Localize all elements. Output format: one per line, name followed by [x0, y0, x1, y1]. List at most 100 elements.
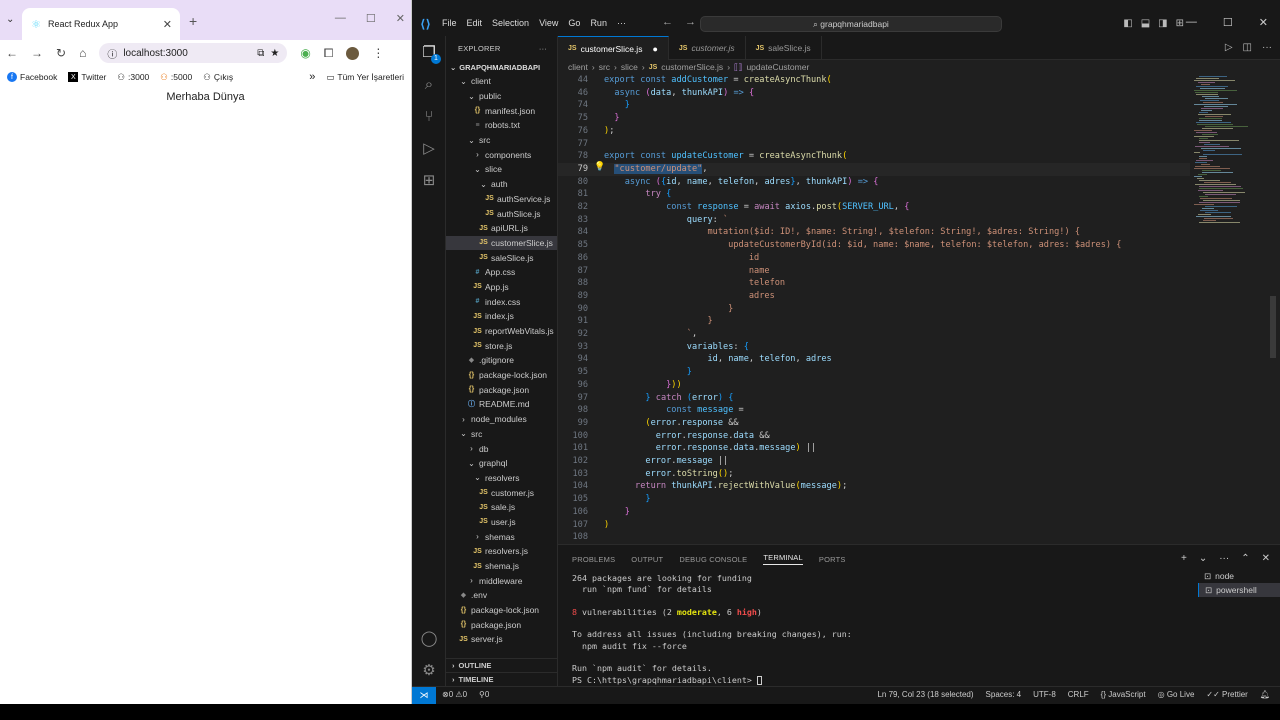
- tree-item[interactable]: ⌄ graphql: [446, 456, 557, 471]
- tree-item[interactable]: # index.css: [446, 294, 557, 309]
- terminal-dropdown-icon[interactable]: ⌄: [1199, 553, 1207, 564]
- breadcrumb-client[interactable]: client: [568, 62, 588, 72]
- prettier-status[interactable]: ✓✓ Prettier: [1206, 690, 1247, 699]
- tree-item[interactable]: JS customer.js: [446, 485, 557, 500]
- tree-item[interactable]: JS authService.js: [446, 192, 557, 207]
- end-of-line[interactable]: CRLF: [1068, 690, 1089, 699]
- tree-item[interactable]: JS resolvers.js: [446, 544, 557, 559]
- terminal-item-node[interactable]: ⊡ node: [1198, 569, 1280, 583]
- settings-gear-icon[interactable]: ⚙: [420, 662, 438, 680]
- menu-edit[interactable]: Edit: [467, 18, 483, 28]
- explorer-more-icon[interactable]: ···: [539, 44, 547, 53]
- more-actions-icon[interactable]: ···: [1262, 42, 1272, 53]
- tree-item[interactable]: # App.css: [446, 265, 557, 280]
- toggle-sidebar-icon[interactable]: ◧: [1123, 18, 1132, 29]
- toggle-panel-icon[interactable]: ⬓: [1141, 18, 1150, 29]
- tree-item[interactable]: JS customerSlice.js: [446, 235, 557, 251]
- browser-tab[interactable]: ⚛ React Redux App ✕: [22, 8, 180, 40]
- notifications-bell-icon[interactable]: 🔔︎: [1260, 690, 1270, 699]
- tab-saleslice[interactable]: JS saleSlice.js: [746, 36, 822, 60]
- tree-item[interactable]: ⌄ slice: [446, 162, 557, 177]
- tree-item[interactable]: {} package.json: [446, 617, 557, 632]
- terminal-output[interactable]: 264 packages are looking for funding run…: [572, 573, 1182, 686]
- remote-icon[interactable]: ⋊: [412, 687, 436, 704]
- tree-item[interactable]: JS user.js: [446, 515, 557, 530]
- ports-status[interactable]: ⚲0: [479, 690, 489, 699]
- menu-go[interactable]: Go: [568, 18, 580, 28]
- code-editor[interactable]: 44 export const addCustomer = createAsync…: [558, 74, 1252, 544]
- cursor-position[interactable]: Ln 79, Col 23 (18 selected): [877, 690, 973, 699]
- more-actions-icon[interactable]: ···: [1219, 553, 1229, 564]
- tab-debug-console[interactable]: DEBUG CONSOLE: [679, 555, 747, 564]
- tree-item[interactable]: JS store.js: [446, 338, 557, 353]
- close-window-icon[interactable]: ✕: [396, 12, 405, 25]
- breadcrumb-symbol[interactable]: updateCustomer: [746, 62, 809, 72]
- tree-item[interactable]: ◆ .gitignore: [446, 353, 557, 368]
- menu-run[interactable]: Run: [590, 18, 607, 28]
- tree-item[interactable]: JS App.js: [446, 280, 557, 295]
- tree-item[interactable]: ⌄ public: [446, 89, 557, 104]
- site-info-icon[interactable]: ⓘ: [107, 46, 117, 61]
- tree-item[interactable]: JS server.js: [446, 632, 557, 647]
- profile-avatar[interactable]: [346, 46, 360, 60]
- workspace-root[interactable]: ⌄ GRAPQHMARIADBAPI: [446, 60, 557, 74]
- command-center[interactable]: ⌕ grapqhmariadbapi: [700, 16, 1002, 32]
- go-live-button[interactable]: ◎ Go Live: [1158, 690, 1195, 699]
- tree-item[interactable]: {} package-lock.json: [446, 368, 557, 383]
- tree-item[interactable]: ⌄ client: [446, 74, 557, 89]
- menu-file[interactable]: File: [442, 18, 457, 28]
- tree-item[interactable]: JS authSlice.js: [446, 206, 557, 221]
- tree-item[interactable]: JS sale.js: [446, 500, 557, 515]
- problems-status[interactable]: ⊗0 ⚠0: [442, 690, 467, 699]
- toggle-secondary-sidebar-icon[interactable]: ◨: [1158, 18, 1167, 29]
- minimap[interactable]: [1190, 74, 1260, 544]
- tree-item[interactable]: ⓘ README.md: [446, 397, 557, 412]
- bookmark-3000[interactable]: ⚇:3000: [117, 72, 149, 83]
- tree-item[interactable]: › middleware: [446, 573, 557, 588]
- close-panel-icon[interactable]: ✕: [1262, 553, 1270, 564]
- editor-scrollbar[interactable]: [1270, 296, 1276, 358]
- bookmark-facebook[interactable]: f Facebook: [7, 72, 57, 82]
- search-icon[interactable]: ⌕: [420, 76, 438, 94]
- tree-item[interactable]: {} package.json: [446, 382, 557, 397]
- tree-item[interactable]: JS saleSlice.js: [446, 250, 557, 265]
- tree-item[interactable]: ⌄ src: [446, 133, 557, 148]
- home-icon[interactable]: ⌂: [79, 46, 86, 60]
- tree-item[interactable]: ⌄ resolvers: [446, 471, 557, 486]
- indentation[interactable]: Spaces: 4: [986, 690, 1022, 699]
- explorer-icon[interactable]: ❐ 1: [420, 44, 441, 64]
- terminal-item-powershell[interactable]: ⊡ powershell: [1198, 583, 1280, 597]
- customize-layout-icon[interactable]: ⊞: [1176, 18, 1184, 29]
- maximize-icon[interactable]: ☐: [366, 12, 376, 25]
- breadcrumb-file[interactable]: customerSlice.js: [661, 62, 723, 72]
- new-terminal-icon[interactable]: +: [1181, 553, 1187, 564]
- extension-icon[interactable]: ◉: [300, 46, 310, 60]
- tree-item[interactable]: JS shema.js: [446, 559, 557, 574]
- tree-item[interactable]: › components: [446, 147, 557, 162]
- bookmark-5000[interactable]: ⚇:5000: [160, 72, 192, 83]
- menu-view[interactable]: View: [539, 18, 558, 28]
- timeline-section[interactable]: › TIMELINE: [446, 672, 557, 686]
- menu-selection[interactable]: Selection: [492, 18, 529, 28]
- minimize-icon[interactable]: —: [1186, 16, 1197, 29]
- reload-icon[interactable]: ↻: [56, 46, 66, 60]
- maximize-panel-icon[interactable]: ⌃: [1241, 553, 1249, 564]
- extensions-icon[interactable]: ⊞: [420, 172, 438, 190]
- breadcrumb-slice[interactable]: slice: [621, 62, 638, 72]
- modified-dot-icon[interactable]: ●: [652, 44, 657, 54]
- bookmark-cikis[interactable]: ⚇ Çıkış: [203, 72, 233, 83]
- minimize-icon[interactable]: —: [335, 12, 346, 25]
- tab-ports[interactable]: PORTS: [819, 555, 846, 564]
- close-window-icon[interactable]: ✕: [1259, 16, 1268, 29]
- extensions-puzzle-icon[interactable]: ⧠: [324, 46, 334, 61]
- back-icon[interactable]: ←: [6, 46, 18, 60]
- tab-customer[interactable]: JS customer.js: [669, 36, 746, 60]
- tab-problems[interactable]: PROBLEMS: [572, 555, 615, 564]
- outline-section[interactable]: › OUTLINE: [446, 658, 557, 672]
- bookmark-star-icon[interactable]: ★: [270, 48, 279, 59]
- address-bar[interactable]: ⓘ localhost:3000 ⧉ ★: [99, 43, 288, 63]
- new-tab-icon[interactable]: +: [189, 13, 197, 29]
- nav-forward-icon[interactable]: →: [685, 16, 696, 28]
- run-file-icon[interactable]: ▷: [1225, 42, 1233, 53]
- lightbulb-icon[interactable]: 💡: [594, 162, 605, 172]
